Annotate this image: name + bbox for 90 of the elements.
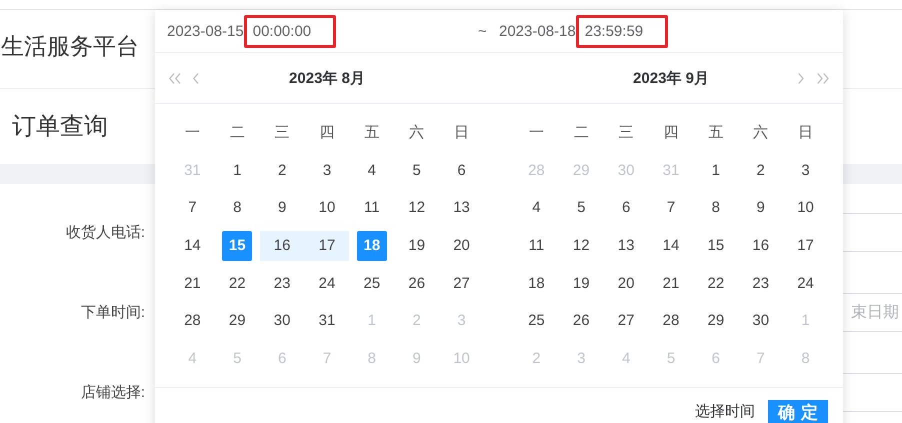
date-cell[interactable]: 12 — [402, 192, 432, 223]
time-value[interactable]: 23:59:59 — [576, 14, 668, 48]
time-value[interactable]: 00:00:00 — [244, 14, 336, 48]
date-cell[interactable]: 30 — [746, 306, 776, 336]
date-cell[interactable]: 16 — [746, 230, 776, 261]
date-cell[interactable]: 2 — [267, 155, 298, 186]
date-cell[interactable]: 20 — [611, 268, 642, 298]
date-cell[interactable]: 30 — [267, 306, 298, 336]
field-label: 店铺选择: — [80, 383, 145, 402]
date-cell[interactable]: 27 — [446, 268, 477, 298]
weekday-label: 日 — [454, 123, 470, 142]
field-label: 收货人电话: — [66, 223, 145, 242]
date-cell[interactable]: 14 — [177, 230, 208, 261]
weekday-label: 二 — [574, 123, 589, 142]
date-cell[interactable]: 16 — [267, 230, 298, 261]
date-cell[interactable]: 7 — [177, 192, 208, 223]
weekday-label: 五 — [364, 123, 380, 142]
date-cell[interactable]: 29 — [700, 306, 731, 336]
weekday-label: 一 — [528, 123, 544, 142]
date-cell[interactable]: 31 — [312, 306, 342, 336]
weekday-label: 三 — [274, 123, 290, 142]
date-cell[interactable]: 15 — [700, 230, 731, 261]
date-cell[interactable]: 2 — [746, 155, 776, 186]
weekday-label: 五 — [708, 123, 724, 142]
weekday-label: 四 — [663, 123, 678, 142]
date-cell[interactable]: 13 — [611, 230, 642, 261]
date-cell[interactable]: 29 — [222, 306, 252, 336]
chevron-left-icon[interactable] — [193, 72, 200, 84]
date-cell[interactable]: 9 — [746, 192, 776, 223]
date-value[interactable]: 2023-08-15 — [167, 22, 244, 40]
date-value[interactable]: 2023-08-18 — [499, 22, 576, 40]
date-cell[interactable]: 12 — [566, 230, 596, 261]
date-cell[interactable]: 25 — [356, 268, 387, 298]
date-cell[interactable]: 5 — [402, 155, 432, 186]
date-cell[interactable]: 6 — [611, 192, 642, 223]
select-time-link[interactable]: 选择时间 — [695, 403, 755, 422]
weekday-label: 四 — [319, 123, 334, 142]
date-cell[interactable]: 26 — [402, 268, 432, 298]
date-cell[interactable]: 13 — [446, 192, 477, 223]
date-cell[interactable]: 1 — [222, 155, 252, 186]
weekday-label: 六 — [409, 123, 424, 142]
month-title: 2023年 8月 — [289, 68, 365, 88]
app-title: 生活服务平台 — [1, 32, 139, 60]
date-cell[interactable]: 18 — [521, 268, 552, 298]
date-cell[interactable]: 24 — [790, 268, 821, 298]
date-cell[interactable]: 9 — [267, 192, 298, 223]
weekday-label: 日 — [798, 123, 814, 142]
date-cell[interactable]: 23 — [267, 268, 298, 298]
double-chevron-left-icon[interactable] — [169, 72, 181, 84]
date-cell[interactable]: 24 — [312, 268, 342, 298]
date-cell[interactable]: 21 — [177, 268, 208, 298]
date-cell[interactable]: 4 — [521, 192, 552, 223]
weekday-label: 六 — [753, 123, 768, 142]
date-cell[interactable]: 28 — [656, 306, 686, 336]
date-cell[interactable]: 8 — [222, 192, 252, 223]
date-cell[interactable]: 28 — [177, 306, 208, 336]
date-cell[interactable]: 8 — [700, 192, 731, 223]
weekday-label: 二 — [230, 123, 245, 142]
date-cell[interactable]: 21 — [656, 268, 686, 298]
date-cell[interactable]: 4 — [356, 155, 387, 186]
double-chevron-right-icon[interactable] — [817, 72, 829, 84]
date-cell[interactable]: 17 — [790, 230, 821, 261]
date-cell[interactable]: 25 — [521, 306, 552, 336]
chevron-right-icon[interactable] — [798, 72, 805, 84]
date-cell[interactable]: 22 — [222, 268, 252, 298]
date-cell[interactable]: 14 — [656, 230, 686, 261]
date-cell[interactable]: 1 — [700, 155, 731, 186]
field-label: 下单时间: — [80, 303, 145, 322]
date-cell[interactable]: 3 — [790, 155, 821, 186]
date-cell[interactable]: 27 — [611, 306, 642, 336]
date-cell[interactable]: 10 — [312, 192, 342, 223]
date-cell[interactable]: 7 — [656, 192, 686, 223]
date-cell[interactable]: 17 — [312, 230, 342, 261]
date-cell[interactable]: 6 — [446, 155, 477, 186]
date-cell[interactable]: 10 — [790, 192, 821, 223]
date-cell[interactable]: 22 — [700, 268, 731, 298]
date-cell[interactable]: 19 — [402, 230, 432, 261]
month-title: 2023年 9月 — [633, 68, 709, 88]
range-separator: ~ — [478, 22, 488, 40]
date-cell[interactable]: 23 — [746, 268, 776, 298]
page-heading: 订单查询 — [12, 112, 108, 142]
date-cell[interactable]: 19 — [566, 268, 596, 298]
date-cell[interactable]: 3 — [312, 155, 342, 186]
date-cell[interactable]: 11 — [356, 192, 387, 223]
weekday-label: 三 — [618, 123, 634, 142]
date-cell[interactable]: 5 — [566, 192, 596, 223]
date-cell[interactable]: 11 — [521, 230, 552, 261]
date-cell[interactable]: 20 — [446, 230, 477, 261]
weekday-label: 一 — [184, 123, 200, 142]
date-cell[interactable]: 26 — [566, 306, 596, 336]
